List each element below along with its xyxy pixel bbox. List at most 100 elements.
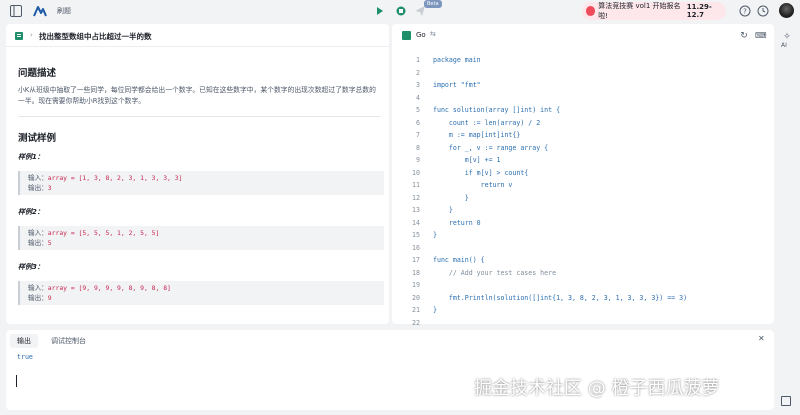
line-number: 5 [416,106,420,114]
contest-banner[interactable]: 算法竞技赛 vol1 开始报名啦! 11.29-12.7 [582,2,726,20]
example-output: 3 [47,184,52,192]
example-input: array = [9, 9, 9, 9, 8, 9, 8, 8] [47,284,171,292]
line-number: 20 [412,293,420,302]
tab-debug-console[interactable]: 调试控制台 [44,334,93,348]
app-root: 刷题 Beta 算法竞技赛 vol1 开始报名啦! 11.29-12.7 ? ›… [0,0,800,415]
line-number: 14 [412,218,420,227]
clock-icon[interactable] [757,5,769,17]
line-number: 12 [412,193,420,202]
tests-heading: 测试样例 [18,133,57,144]
example-output: 5 [47,239,52,247]
problem-title: 找出整型数组中占比超过一半的数 [39,32,152,41]
line-number: 15 [412,231,420,239]
line-number: 17 [412,256,420,264]
page-title: 刷题 [57,7,71,15]
input-label: 输入： [28,284,48,292]
line-number: 4 [416,93,420,102]
code-editor-panel: Go ⇆ ↻ ⌨ 1 package main 2 3 import "fmt" 4 5 fu… [392,24,774,327]
line-number: 1 [416,56,420,64]
tab-output[interactable]: 输出 [10,334,38,348]
problem-panel: › 找出整型数组中占比超过一半的数 问题描述 小K从班级中抽取了一些同学，每位同… [6,24,389,324]
code-text[interactable]: import "fmt" [433,80,481,90]
chevron-right-icon: › [30,31,33,39]
code-text[interactable]: // Add your test cases here [433,268,556,278]
input-label: 输入： [28,174,48,182]
text-cursor[interactable] [16,375,17,387]
code-text[interactable]: return v [433,180,513,190]
banner-dates: 11.29-12.7 [686,3,712,19]
avatar[interactable] [779,3,794,18]
example-input: array = [5, 5, 5, 1, 2, 5, 5] [47,229,160,237]
example-output: 9 [47,294,52,302]
svg-text:?: ? [743,8,747,16]
format-icon[interactable]: ⌨ [755,31,767,41]
line-number: 19 [412,281,420,289]
description-heading: 问题描述 [18,68,57,79]
beta-badge: Beta [424,0,442,8]
problem-description: 小K从班级中抽取了一些同学，每位同学都会给出一个数字。已知在这些数字中，某个数字… [18,86,376,105]
code-text[interactable]: count := len(array) / 2 [433,118,540,128]
ai-label[interactable]: AI [781,42,787,49]
switch-icon[interactable]: ⇆ [430,30,436,38]
line-number: 2 [416,68,420,77]
example-box: 输入：array = [9, 9, 9, 9, 8, 9, 8, 8] 输出：9 [18,281,384,305]
editor-header: Go ⇆ ↻ ⌨ [392,24,774,47]
banner-text: 算法竞技赛 vol1 开始报名啦! [598,2,681,20]
code-text[interactable]: func main() { [433,255,485,265]
line-number: 11 [412,181,420,189]
run-button[interactable] [374,5,386,17]
code-text[interactable]: fmt.Println(solution([]int{1, 3, 8, 2, 3… [433,293,687,303]
code-text[interactable]: if m[v] > count{ [433,168,529,178]
code-text[interactable]: } [433,193,469,203]
document-icon [15,32,23,40]
example-box: 输入：array = [1, 3, 8, 2, 3, 1, 3, 3, 3] 输… [18,171,384,195]
line-number: 18 [412,268,420,277]
reset-icon[interactable]: ↻ [739,31,749,41]
output-label: 输出： [28,294,48,302]
close-icon[interactable]: ✕ [758,334,765,343]
code-text[interactable]: return 0 [433,218,481,228]
code-text[interactable]: m := map[int]int{} [433,130,520,140]
top-bar: 刷题 Beta 算法竞技赛 vol1 开始报名啦! 11.29-12.7 ? [0,0,800,22]
divider [18,116,380,117]
line-number: 10 [412,168,420,177]
line-number: 13 [412,206,420,214]
send-icon [415,6,425,16]
line-number: 3 [416,81,420,89]
example-input: array = [1, 3, 8, 2, 3, 1, 3, 3, 3] [47,174,183,182]
code-text[interactable]: for _, v := range array { [433,143,548,153]
panel-toggle-icon[interactable] [781,396,791,406]
code-text[interactable]: func solution(array []int) int { [433,105,560,115]
help-icon[interactable]: ? [739,5,751,17]
language-select[interactable]: Go [416,31,426,39]
console-output: true [17,353,33,361]
line-number: 8 [416,143,420,152]
example-box: 输入：array = [5, 5, 5, 1, 2, 5, 5] 输出：5 [18,226,384,250]
line-number: 6 [416,118,420,127]
line-number: 21 [412,306,420,314]
output-label: 输出： [28,239,48,247]
example-title: 样例3： [18,263,44,271]
line-number: 7 [416,131,420,139]
ai-sidebar [777,24,797,410]
code-text[interactable]: } [433,205,453,215]
code-text[interactable]: package main [433,55,481,65]
code-text[interactable]: } [433,305,437,315]
line-number: 9 [416,156,420,164]
watermark-text: 掘金技术社区 @ 橙子西瓜菠萝 [474,378,720,399]
trophy-icon [586,6,596,16]
example-title: 样例1： [18,153,44,161]
output-label: 输出： [28,184,48,192]
line-number: 16 [412,243,420,252]
line-number: 22 [412,318,420,327]
problem-header: › 找出整型数组中占比超过一半的数 [6,24,389,47]
submit-button[interactable] [395,5,407,17]
code-text[interactable]: } [433,230,437,240]
code-text[interactable]: m[v] += 1 [433,155,501,165]
code-file-icon [402,31,411,40]
sidebar-toggle-icon[interactable] [10,5,22,17]
submit-icon [396,6,406,16]
marscode-logo-icon[interactable] [33,5,47,17]
input-label: 输入： [28,229,48,237]
example-title: 样例2： [18,208,44,216]
